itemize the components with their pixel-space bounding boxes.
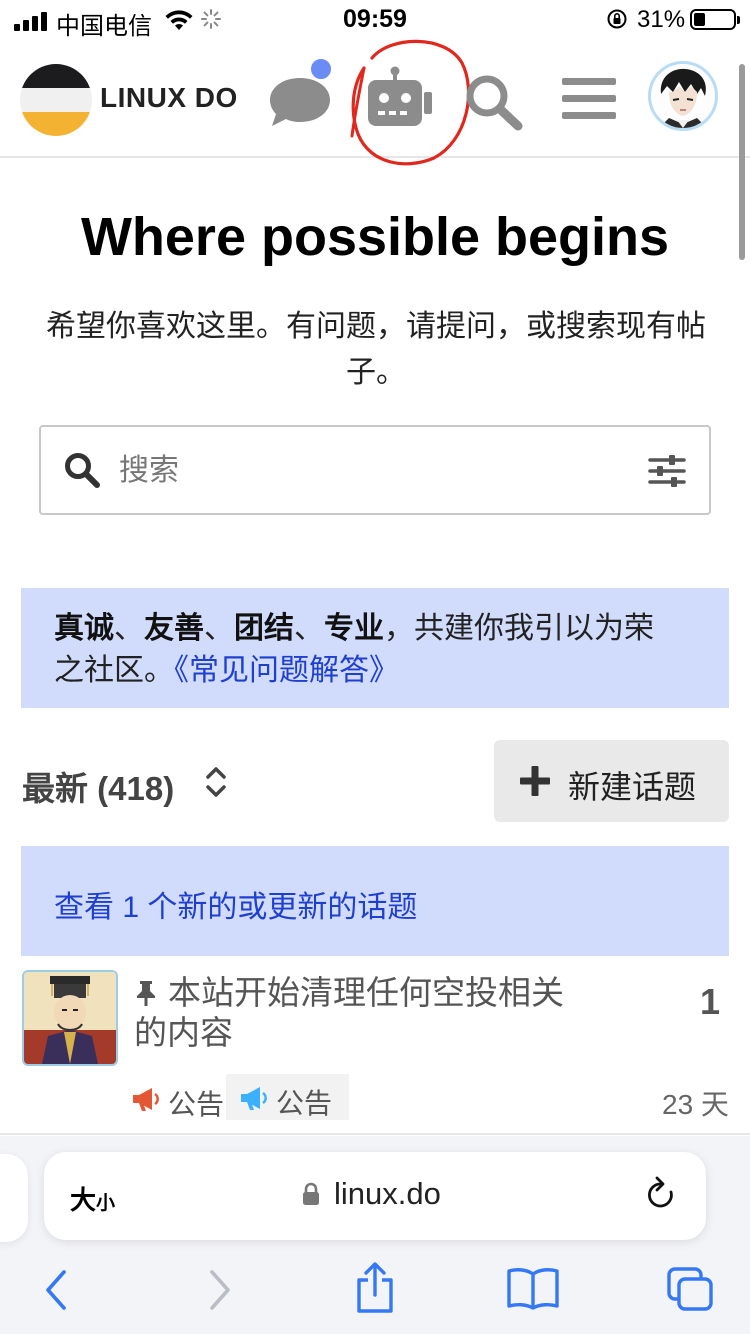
user-avatar[interactable] [648,61,718,131]
megaphone-icon [133,1088,159,1111]
tag-label: 公告 [276,1088,333,1119]
battery-icon [690,9,740,30]
chevron-updown-icon[interactable] [202,764,230,800]
value-friendly: 友善 [144,612,204,645]
rotation-lock-icon [607,9,627,29]
search-icon [65,453,100,488]
status-bar: 中国电信 09:59 31% [0,0,750,40]
search-box[interactable] [39,425,711,515]
battery-percent: 31% [637,6,686,33]
topic-row[interactable]: 本站开始清理任何空投相关的内容 1 公告 公告 23 天 [0,957,750,1135]
safari-toolbar: 大小 linux.do [0,1136,750,1334]
search-icon[interactable] [462,72,526,132]
site-title[interactable]: LINUX DO [100,82,238,114]
category-label: 公告 [168,1089,225,1120]
url-text[interactable]: linux.do [334,1176,441,1212]
community-banner: 真诚、友善、团结、专业，共建你我引以为荣之社区。《常见问题解答》 [21,588,729,708]
banner-text: 真诚、友善、团结、专业，共建你我引以为荣之社区。《常见问题解答》 [54,612,654,687]
megaphone-icon [241,1087,267,1110]
value-sincere: 真诚 [54,612,114,645]
forward-icon[interactable] [204,1268,234,1312]
unread-indicator-dot [308,56,334,82]
text-size-button[interactable]: 大小 [70,1180,115,1217]
new-topics-link[interactable]: 查看 1 个新的或更新的话题 [54,882,417,926]
topic-age: 23 天 [662,1089,729,1120]
hamburger-menu-icon[interactable] [560,74,618,124]
red-annotation-circle [350,39,471,166]
share-icon[interactable] [354,1262,396,1314]
bookmarks-icon[interactable] [506,1266,560,1310]
plus-icon [520,766,550,796]
emperor-portrait-icon [24,972,116,1064]
site-logo[interactable] [20,64,92,136]
hero-subtitle: 希望你喜欢这里。有问题，请提问，或搜索现有帖子。 [46,310,706,389]
tag-badge[interactable]: 公告 [226,1074,349,1120]
reply-count: 1 [700,981,721,1022]
search-filter-icon[interactable] [647,453,687,489]
new-topic-label: 新建话题 [568,769,697,805]
site-header: LINUX DO [0,39,750,166]
value-unity: 团结 [234,612,294,645]
search-input[interactable] [119,447,639,495]
tabs-icon[interactable] [666,1266,714,1312]
new-topics-notice[interactable]: 查看 1 个新的或更新的话题 [21,846,729,956]
value-professional: 专业 [324,612,384,645]
hero-title: Where possible begins [80,207,670,267]
back-icon[interactable] [42,1268,72,1312]
reload-icon[interactable] [644,1176,678,1214]
latest-filter-dropdown[interactable]: 最新 (418) [22,762,174,810]
topic-author-avatar[interactable] [22,970,118,1066]
lock-icon [303,1182,319,1205]
new-topic-button[interactable]: 新建话题 [494,740,729,822]
anime-portrait-icon [659,68,707,128]
faq-link[interactable]: 《常见问题解答》 [174,654,399,687]
address-bar[interactable]: 大小 linux.do [44,1152,706,1240]
topic-title[interactable]: 本站开始清理任何空投相关的内容 [134,973,584,1053]
previous-tab-peek[interactable] [0,1154,28,1242]
